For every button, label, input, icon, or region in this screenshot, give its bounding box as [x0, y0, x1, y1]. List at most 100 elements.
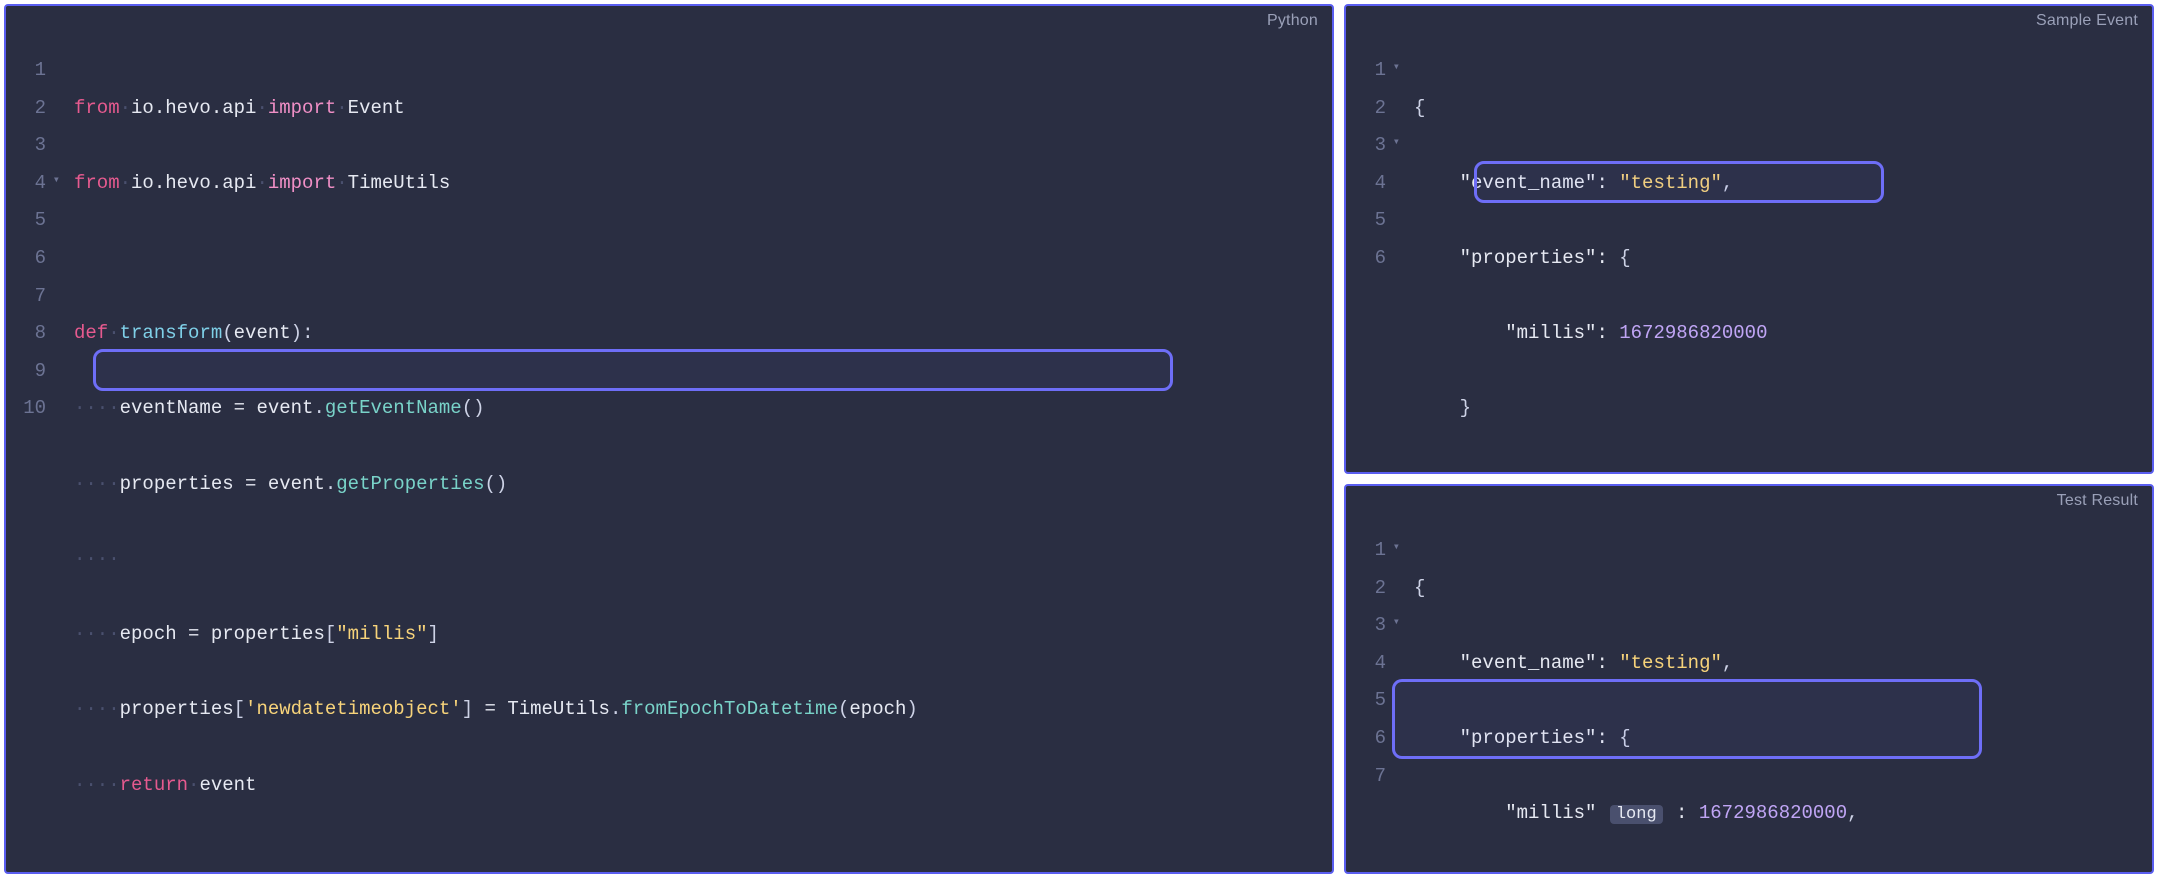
kw-import: import [268, 172, 336, 194]
parens: () [462, 397, 485, 419]
eq: = [222, 397, 256, 419]
line-number: 4 [1346, 165, 1386, 203]
test-result-pane: Test Result 1 2 3 4 5 6 7 { "event_name"… [1344, 484, 2154, 874]
sample-event-pane: Sample Event 1 2 3 4 5 6 { "event_name":… [1344, 4, 2154, 474]
fn-name: transform [120, 322, 223, 344]
param: event [234, 322, 291, 344]
indent: ···· [74, 774, 120, 796]
brace: { [1414, 97, 1425, 119]
line-number: 5 [1346, 682, 1386, 720]
python-editor[interactable]: 1 2 3 4 5 6 7 8 9 10 from·io.hevo.api·im… [6, 32, 1332, 874]
result-code[interactable]: { "event_name": "testing", "properties":… [1396, 532, 2152, 874]
json-key: "event_name" [1460, 652, 1597, 674]
line-number: 9 [6, 353, 46, 391]
json-key: "millis" [1505, 802, 1596, 824]
pane-title-sample: Sample Event [1346, 6, 2152, 32]
line-number[interactable]: 1 [1346, 532, 1386, 570]
obj: TimeUtils [507, 698, 610, 720]
line-number[interactable]: 3 [1346, 607, 1386, 645]
dot: . [325, 473, 336, 495]
kw-def: def [74, 322, 108, 344]
method: getEventName [325, 397, 462, 419]
comma: , [1847, 802, 1858, 824]
result-editor[interactable]: 1 2 3 4 5 6 7 { "event_name": "testing",… [1346, 512, 2152, 874]
brace: { [1619, 247, 1630, 269]
line-number: 2 [6, 90, 46, 128]
eq: = [473, 698, 507, 720]
obj: event [256, 397, 313, 419]
paren: ( [222, 322, 233, 344]
dot: . [313, 397, 324, 419]
line-number: 4 [1346, 645, 1386, 683]
python-code[interactable]: from·io.hevo.api·import·Event from·io.he… [56, 52, 1332, 874]
python-editor-pane: Python 1 2 3 4 5 6 7 8 9 10 from·io.hevo… [4, 4, 1334, 874]
dot: . [610, 698, 621, 720]
line-number: 6 [6, 240, 46, 278]
indent: ···· [74, 397, 120, 419]
module: io.hevo.api [131, 172, 256, 194]
result-gutter: 1 2 3 4 5 6 7 [1346, 532, 1396, 874]
indent: ···· [74, 623, 120, 645]
colon: : [1596, 652, 1619, 674]
json-number: 1672986820000 [1619, 322, 1767, 344]
var: epoch [120, 623, 177, 645]
bracket: [ [325, 623, 336, 645]
line-number: 3 [6, 127, 46, 165]
sample-code[interactable]: { "event_name": "testing", "properties":… [1396, 52, 2152, 474]
brace: { [1414, 577, 1425, 599]
right-column: Sample Event 1 2 3 4 5 6 { "event_name":… [1344, 4, 2154, 874]
line-number: 5 [1346, 202, 1386, 240]
colon: : [1665, 802, 1699, 824]
eq: = [177, 623, 211, 645]
brace: } [1414, 473, 1425, 474]
colon: : [1596, 172, 1619, 194]
sample-editor[interactable]: 1 2 3 4 5 6 { "event_name": "testing", "… [1346, 32, 2152, 474]
comma: , [1722, 652, 1733, 674]
line-number[interactable]: 1 [1346, 52, 1386, 90]
json-key: "millis" [1505, 322, 1596, 344]
string: "millis" [336, 623, 427, 645]
obj: event [199, 774, 256, 796]
kw-from: from [74, 172, 120, 194]
colon: : [1596, 727, 1619, 749]
bracket: [ [234, 698, 245, 720]
colon: : [302, 322, 313, 344]
var: eventName [120, 397, 223, 419]
import-name: TimeUtils [348, 172, 451, 194]
pane-title-result: Test Result [1346, 486, 2152, 512]
method: getProperties [336, 473, 484, 495]
json-string: "testing" [1619, 652, 1722, 674]
colon: : [1596, 322, 1619, 344]
json-key: "event_name" [1460, 172, 1597, 194]
line-number[interactable]: 4 [6, 165, 46, 203]
line-number: 5 [6, 202, 46, 240]
parens: () [485, 473, 508, 495]
json-key: "properties" [1460, 727, 1597, 749]
line-number: 6 [1346, 720, 1386, 758]
json-number: 1672986820000 [1699, 802, 1847, 824]
line-number: 6 [1346, 240, 1386, 278]
kw-from: from [74, 97, 120, 119]
line-number: 8 [6, 315, 46, 353]
kw-return: return [120, 774, 188, 796]
comma: , [1722, 172, 1733, 194]
indent: ···· [74, 473, 120, 495]
import-name: Event [348, 97, 405, 119]
line-number: 7 [1346, 758, 1386, 796]
sample-gutter: 1 2 3 4 5 6 [1346, 52, 1396, 474]
arg: epoch [849, 698, 906, 720]
brace: } [1460, 397, 1471, 419]
line-number[interactable]: 3 [1346, 127, 1386, 165]
obj: event [268, 473, 325, 495]
method: fromEpochToDatetime [621, 698, 838, 720]
bracket: ] [462, 698, 473, 720]
indent: ···· [74, 548, 120, 570]
paren: ) [291, 322, 302, 344]
type-tag-long: long [1610, 805, 1663, 824]
brace: { [1619, 727, 1630, 749]
obj: properties [120, 698, 234, 720]
paren: ( [838, 698, 849, 720]
paren: ) [906, 698, 917, 720]
var: properties [120, 473, 234, 495]
json-key: "properties" [1460, 247, 1597, 269]
